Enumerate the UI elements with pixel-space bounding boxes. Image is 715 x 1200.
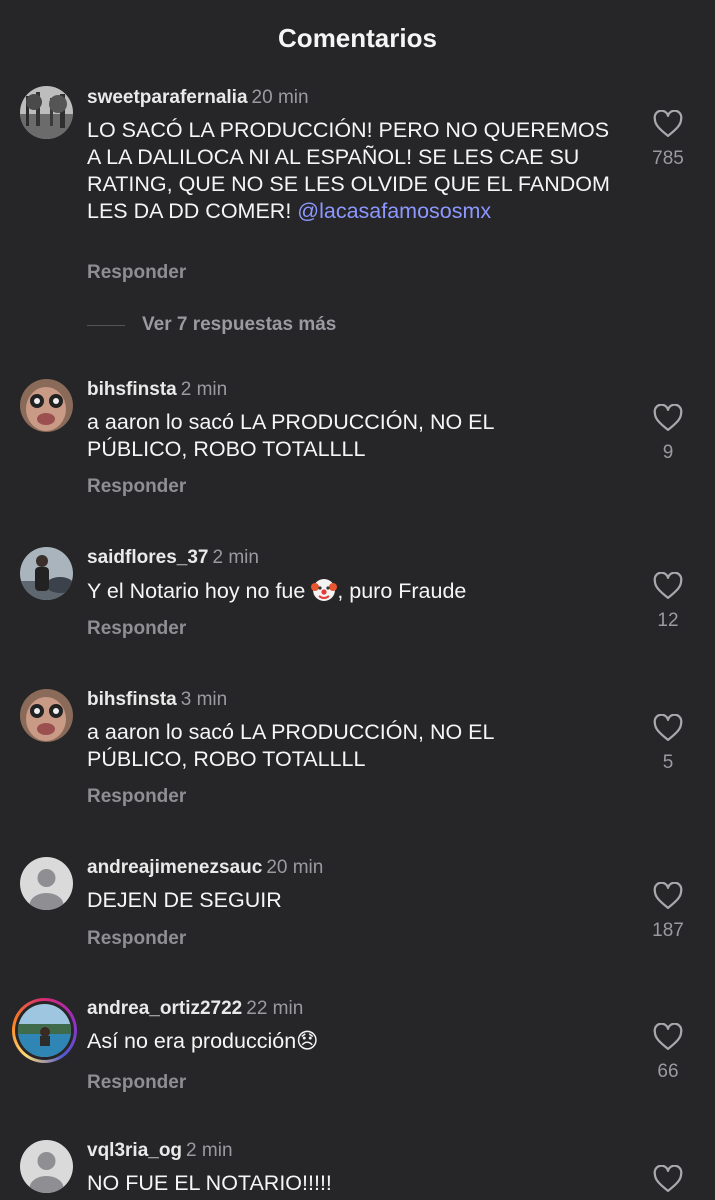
- heart-outline-icon: [653, 572, 683, 599]
- comments-header: Comentarios: [0, 0, 715, 82]
- timestamp: 2 min: [186, 1140, 233, 1161]
- username[interactable]: sweetparafernalia: [87, 87, 248, 108]
- like-button[interactable]: 66: [645, 1023, 691, 1083]
- avatar-story-ring[interactable]: [12, 998, 77, 1063]
- avatar[interactable]: [20, 86, 73, 139]
- heart-outline-icon: [653, 404, 683, 431]
- comment-body: Y el Notario hoy no fue: [87, 579, 312, 603]
- comment-text: Así no era producción😞: [87, 1029, 319, 1053]
- comment-text: DEJEN DE SEGUIR: [87, 888, 282, 912]
- avatar[interactable]: [20, 857, 73, 910]
- like-button[interactable]: [645, 1165, 691, 1193]
- username[interactable]: bihsfinsta: [87, 379, 177, 400]
- username[interactable]: andreajimenezsauc: [87, 857, 262, 878]
- like-button[interactable]: 12: [645, 572, 691, 632]
- comment-text: Y el Notario hoy no fue , puro Fraude: [87, 577, 622, 605]
- like-count: 66: [657, 1061, 679, 1082]
- reply-button[interactable]: Responder: [87, 262, 186, 284]
- comment-text: NO FUE EL NOTARIO!!!!!: [87, 1171, 332, 1195]
- mention-link[interactable]: @lacasafamososmx: [297, 199, 491, 223]
- divider: [87, 324, 125, 326]
- comment-text: a aaron lo sacó LA PRODUCCIÓN, NO EL PÚB…: [87, 410, 494, 461]
- username[interactable]: bihsfinsta: [87, 689, 177, 710]
- username[interactable]: andrea_ortiz2722: [87, 998, 242, 1019]
- comment-meta: sweetparafernalia 20 min: [87, 87, 309, 109]
- comment-body-end: , puro Fraude: [337, 579, 467, 603]
- reply-button[interactable]: Responder: [87, 1072, 186, 1094]
- username[interactable]: saidflores_37: [87, 547, 208, 568]
- person-silhouette-icon: [20, 1140, 73, 1193]
- like-button[interactable]: 9: [645, 404, 691, 464]
- timestamp: 2 min: [212, 547, 259, 568]
- comment-meta: saidflores_37 2 min: [87, 547, 259, 569]
- heart-outline-icon: [653, 1165, 683, 1192]
- like-button[interactable]: 5: [645, 714, 691, 774]
- timestamp: 22 min: [246, 998, 304, 1019]
- clown-face-icon: [311, 579, 338, 601]
- like-count: 5: [662, 752, 674, 773]
- comment-meta: andrea_ortiz2722 22 min: [87, 998, 303, 1020]
- timestamp: 3 min: [180, 689, 228, 710]
- reply-button[interactable]: Responder: [87, 786, 186, 808]
- like-count: 9: [662, 442, 674, 463]
- comment-text: LO SACÓ LA PRODUCCIÓN! PERO NO QUEREMOS …: [87, 117, 622, 225]
- username[interactable]: vql3ria_og: [87, 1140, 182, 1161]
- avatar[interactable]: [20, 379, 73, 432]
- comment-text: a aaron lo sacó LA PRODUCCIÓN, NO EL PÚB…: [87, 720, 494, 771]
- avatar: [18, 1004, 71, 1057]
- person-silhouette-icon: [20, 857, 73, 910]
- page-title: Comentarios: [278, 22, 437, 53]
- timestamp: 20 min: [251, 87, 309, 108]
- like-button[interactable]: 785: [645, 110, 691, 170]
- like-count: 12: [657, 610, 679, 631]
- timestamp: 2 min: [180, 379, 228, 400]
- heart-outline-icon: [653, 714, 683, 741]
- reply-button[interactable]: Responder: [87, 476, 186, 498]
- reply-button[interactable]: Responder: [87, 618, 186, 640]
- avatar[interactable]: [20, 689, 73, 742]
- comment-meta: bihsfinsta 3 min: [87, 689, 227, 711]
- heart-outline-icon: [653, 110, 683, 137]
- like-count: 785: [652, 148, 684, 169]
- like-count: 187: [652, 920, 684, 941]
- comments-list[interactable]: sweetparafernalia 20 min LO SACÓ LA PRODU…: [0, 82, 715, 1200]
- view-more-replies-label: Ver 7 respuestas más: [142, 314, 337, 335]
- reply-button[interactable]: Responder: [87, 928, 186, 950]
- heart-outline-icon: [653, 1023, 683, 1050]
- comment-meta: bihsfinsta 2 min: [87, 379, 227, 401]
- heart-outline-icon: [653, 882, 683, 909]
- timestamp: 20 min: [266, 857, 324, 878]
- view-more-replies[interactable]: Ver 7 respuestas más: [87, 310, 336, 340]
- like-button[interactable]: 187: [645, 882, 691, 942]
- comment-meta: vql3ria_og 2 min: [87, 1140, 233, 1162]
- comment-meta: andreajimenezsauc 20 min: [87, 857, 323, 879]
- avatar[interactable]: [20, 1140, 73, 1193]
- avatar[interactable]: [20, 547, 73, 600]
